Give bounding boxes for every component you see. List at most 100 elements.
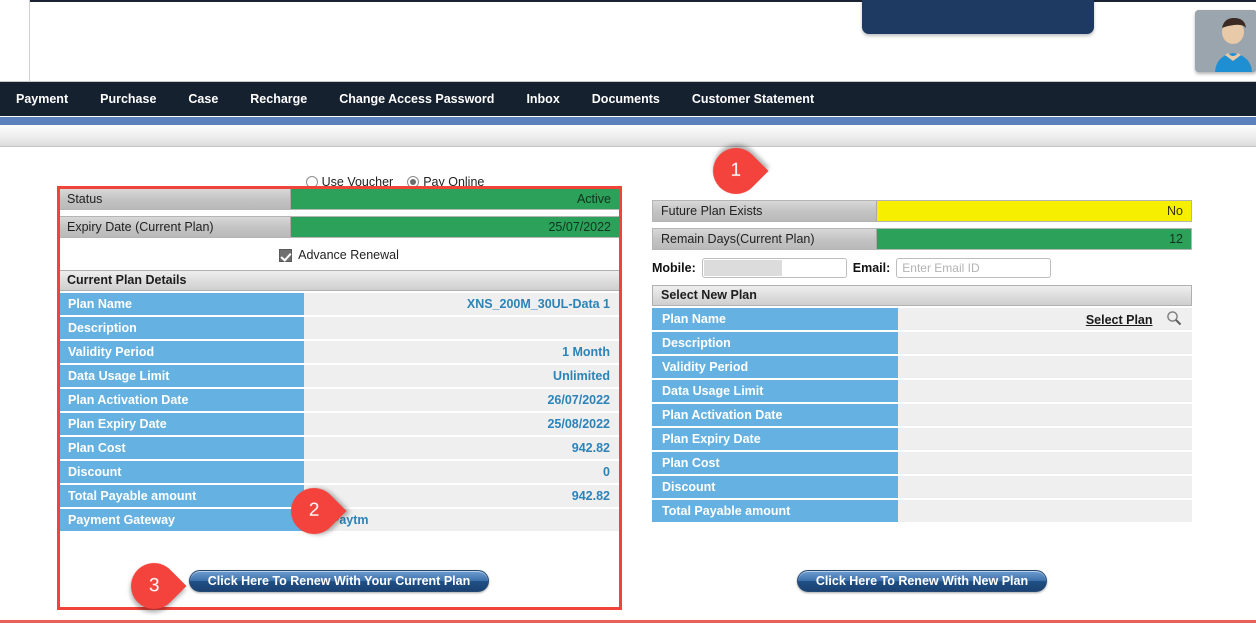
table-row: Data Usage Limit Unlimited: [58, 365, 620, 387]
remain-days-value: 12: [877, 229, 1191, 249]
row-key: Description: [58, 317, 304, 339]
nav-item-purchase[interactable]: Purchase: [84, 82, 172, 116]
navbar-accent-bar: [0, 116, 1256, 125]
table-row: Plan Activation Date: [652, 404, 1192, 426]
remain-days-bar: Remain Days(Current Plan) 12: [652, 228, 1192, 250]
row-key: Data Usage Limit: [58, 365, 304, 387]
row-value: 25/08/2022: [304, 413, 620, 435]
mobile-label: Mobile:: [652, 261, 696, 275]
nav-item-customer-statement[interactable]: Customer Statement: [676, 82, 830, 116]
status-value: Active: [291, 189, 619, 209]
row-key: Plan Activation Date: [58, 389, 304, 411]
row-value: 942.82: [304, 485, 620, 507]
table-row: Plan Name Select Plan: [652, 308, 1192, 330]
table-row: Plan Name XNS_200M_30UL-Data 1: [58, 293, 620, 315]
future-plan-bar: Future Plan Exists No: [652, 200, 1192, 222]
status-label: Status: [59, 189, 291, 209]
callout-marker-2-label: 2: [308, 500, 320, 522]
row-key: Plan Expiry Date: [58, 413, 304, 435]
table-row: Total Payable amount: [652, 500, 1192, 522]
nav-item-recharge[interactable]: Recharge: [234, 82, 323, 116]
radio-use-voucher-label: Use Voucher: [321, 175, 394, 189]
table-row: Plan Expiry Date 25/08/2022: [58, 413, 620, 435]
select-plan-cell: Select Plan: [898, 308, 1192, 330]
row-key: Plan Expiry Date: [652, 428, 898, 450]
radio-pay-online-icon[interactable]: [407, 176, 420, 188]
future-plan-value: No: [877, 201, 1191, 221]
nav-item-payment[interactable]: Payment: [0, 82, 84, 116]
row-key: Total Payable amount: [58, 485, 304, 507]
radio-paytm[interactable]: Paytm: [314, 513, 610, 527]
callout-marker-3-label: 3: [148, 574, 160, 596]
nav-item-change-access-password[interactable]: Change Access Password: [323, 82, 510, 116]
table-row: Discount 0: [58, 461, 620, 483]
row-key: Discount: [58, 461, 304, 483]
mobile-input[interactable]: [701, 258, 847, 278]
status-bar: Status Active: [58, 188, 620, 210]
subheader-strip: [0, 125, 1256, 147]
row-value: XNS_200M_30UL-Data 1: [304, 293, 620, 315]
row-value: [304, 317, 620, 339]
payment-gateway-value: Paytm: [304, 509, 620, 531]
row-key: Total Payable amount: [652, 500, 898, 522]
new-plan-details-table: Plan Name Select Plan Description Validi…: [652, 306, 1192, 524]
row-value: [898, 476, 1192, 498]
email-input[interactable]: [896, 258, 1052, 278]
row-value: [898, 356, 1192, 378]
avatar[interactable]: [1195, 10, 1256, 72]
email-label: Email:: [852, 261, 891, 275]
table-row: Discount: [652, 476, 1192, 498]
current-plan-details-table: Plan Name XNS_200M_30UL-Data 1 Descripti…: [58, 291, 620, 533]
row-key: Discount: [652, 476, 898, 498]
row-value: Unlimited: [304, 365, 620, 387]
nav-item-inbox[interactable]: Inbox: [510, 82, 575, 116]
callout-marker-1: 1: [703, 138, 769, 204]
page-root: Payment Purchase Case Recharge Change Ac…: [0, 0, 1256, 631]
renew-new-row: Click Here To Renew With New Plan: [652, 570, 1192, 592]
nav-item-case[interactable]: Case: [172, 82, 234, 116]
row-value: [898, 404, 1192, 426]
row-key: Description: [652, 332, 898, 354]
radio-pay-online[interactable]: Pay Online: [407, 175, 484, 189]
row-value: [898, 332, 1192, 354]
row-key: Plan Activation Date: [652, 404, 898, 426]
expiry-label: Expiry Date (Current Plan): [59, 217, 291, 237]
row-key: Plan Cost: [652, 452, 898, 474]
table-row: Plan Cost: [652, 452, 1192, 474]
search-icon[interactable]: [1166, 310, 1182, 329]
renew-current-plan-button[interactable]: Click Here To Renew With Your Current Pl…: [188, 570, 490, 592]
expiry-bar: Expiry Date (Current Plan) 25/07/2022: [58, 216, 620, 238]
row-value: 942.82: [304, 437, 620, 459]
footer-strip: [0, 623, 1256, 631]
table-row: Description: [652, 332, 1192, 354]
callout-marker-3: 3: [121, 553, 187, 619]
advance-renewal-checkbox[interactable]: [279, 248, 293, 262]
table-row: Plan Expiry Date: [652, 428, 1192, 450]
row-key: Plan Name: [652, 308, 898, 330]
table-row: Plan Cost 942.82: [58, 437, 620, 459]
contact-row: Mobile: Email:: [652, 256, 1192, 280]
select-new-plan-header: Select New Plan: [652, 285, 1192, 306]
radio-use-voucher[interactable]: Use Voucher: [305, 175, 394, 189]
row-value: 26/07/2022: [304, 389, 620, 411]
radio-use-voucher-icon[interactable]: [305, 176, 318, 188]
payment-gateway-label: Payment Gateway: [58, 509, 304, 531]
user-avatar-icon: [1195, 10, 1256, 72]
row-key: Plan Name: [58, 293, 304, 315]
expiry-value: 25/07/2022: [291, 217, 619, 237]
row-key: Validity Period: [58, 341, 304, 363]
nav-item-documents[interactable]: Documents: [576, 82, 676, 116]
row-key: Plan Cost: [58, 437, 304, 459]
mobile-redacted-value: [703, 260, 782, 276]
renew-new-plan-button[interactable]: Click Here To Renew With New Plan: [796, 570, 1048, 592]
advance-renewal-row: Advance Renewal: [58, 244, 620, 266]
page-header: [0, 0, 1256, 82]
remain-days-label: Remain Days(Current Plan): [653, 229, 877, 249]
table-row: Validity Period 1 Month: [58, 341, 620, 363]
row-value: [898, 500, 1192, 522]
select-plan-link[interactable]: Select Plan: [1086, 313, 1153, 327]
new-plan-panel: Future Plan Exists No Remain Days(Curren…: [652, 200, 1192, 524]
radio-pay-online-label: Pay Online: [423, 175, 485, 189]
main-navbar: Payment Purchase Case Recharge Change Ac…: [0, 82, 1256, 116]
table-row: Description: [58, 317, 620, 339]
